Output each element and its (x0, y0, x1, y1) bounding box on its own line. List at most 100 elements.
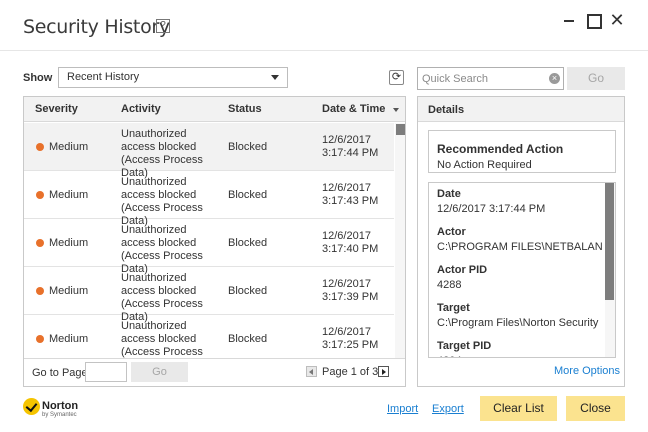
date-value: 12/6/2017 (322, 134, 371, 146)
detail-key: Date (437, 188, 461, 200)
close-window-icon[interactable]: ✕ (608, 11, 626, 29)
show-dropdown[interactable]: Recent History (58, 67, 288, 88)
severity-medium-icon (36, 287, 44, 295)
goto-page-label: Go to Page: (32, 367, 91, 379)
severity-medium-icon (36, 239, 44, 247)
detail-value: C:\PROGRAM FILES\NETBALANCER... (437, 241, 602, 253)
detail-item: Target PID 4204 (437, 340, 602, 357)
show-dropdown-value: Recent History (67, 71, 140, 83)
detail-key: Actor (437, 226, 466, 238)
detail-key: Target (437, 302, 470, 314)
column-header-activity[interactable]: Activity (121, 103, 161, 115)
refresh-icon[interactable]: ⟳ (389, 70, 404, 85)
table-header: Severity Activity Status Date & Time (24, 97, 405, 122)
details-header: Details (418, 97, 624, 122)
detail-key: Target PID (437, 340, 492, 352)
table-pagination: Go to Page: Go Page 1 of 3 (24, 358, 405, 386)
detail-value: 4288 (437, 279, 462, 291)
detail-value: 12/6/2017 3:17:44 PM (437, 203, 546, 215)
history-table: Severity Activity Status Date & Time Med… (23, 96, 406, 387)
column-header-status[interactable]: Status (228, 103, 262, 115)
column-header-date[interactable]: Date & Time (322, 103, 385, 115)
show-label: Show (23, 72, 53, 84)
window-title: Security History (23, 16, 170, 38)
date-cell: 12/6/2017 3:17:40 PM (322, 230, 378, 256)
table-row[interactable]: Medium Unauthorized access blocked (Acce… (24, 123, 394, 179)
table-body: Medium Unauthorized access blocked (Acce… (24, 123, 394, 358)
detail-value: 4204 (437, 355, 602, 357)
help-icon[interactable]: ? (156, 19, 170, 33)
details-scrollbar[interactable] (605, 183, 615, 357)
date-value: 12/6/2017 (322, 278, 371, 290)
recommended-action-title: Recommended Action (437, 142, 564, 156)
date-cell: 12/6/2017 3:17:44 PM (322, 134, 378, 160)
details-list: Date 12/6/2017 3:17:44 PM Actor C:\PROGR… (428, 182, 616, 358)
recommended-action-value: No Action Required (437, 159, 532, 171)
column-header-severity[interactable]: Severity (35, 103, 78, 115)
severity-medium-icon (36, 191, 44, 199)
minimize-icon[interactable] (560, 11, 578, 29)
goto-page-button[interactable]: Go (131, 362, 188, 382)
activity-cell: Unauthorized access blocked (Access Proc… (121, 320, 203, 358)
date-cell: 12/6/2017 3:17:43 PM (322, 182, 378, 208)
date-value: 12/6/2017 (322, 326, 371, 338)
time-value: 3:17:39 PM (322, 291, 379, 303)
date-value: 12/6/2017 (322, 182, 371, 194)
table-row[interactable]: Medium Unauthorized access blocked (Acce… (24, 315, 394, 358)
severity-cell: Medium (49, 189, 89, 201)
table-row[interactable]: Medium Unauthorized access blocked (Acce… (24, 267, 394, 323)
chevron-down-icon (271, 75, 279, 80)
sort-descending-icon[interactable] (393, 108, 399, 112)
date-value: 12/6/2017 (322, 230, 371, 242)
severity-medium-icon (36, 143, 44, 151)
time-value: 3:17:40 PM (322, 243, 379, 255)
severity-cell: Medium (49, 285, 89, 297)
import-link[interactable]: Import (387, 403, 418, 415)
clear-list-button[interactable]: Clear List (480, 396, 557, 421)
previous-page-icon[interactable] (306, 366, 317, 377)
title-divider (0, 50, 648, 51)
detail-item: Date 12/6/2017 3:17:44 PM (437, 188, 602, 215)
time-value: 3:17:43 PM (322, 195, 379, 207)
status-cell: Blocked (228, 141, 268, 153)
detail-value: C:\Program Files\Norton Security ... (437, 317, 602, 329)
status-cell: Blocked (228, 285, 268, 297)
logo-subtitle: by Symantec (42, 412, 77, 418)
page-indicator: Page 1 of 3 (322, 366, 379, 378)
details-panel: Details Recommended Action No Action Req… (417, 96, 625, 387)
details-scrollbar-thumb[interactable] (605, 183, 614, 300)
norton-logo: Norton by Symantec (23, 398, 83, 422)
status-cell: Blocked (228, 189, 268, 201)
status-cell: Blocked (228, 333, 268, 345)
detail-item: Actor C:\PROGRAM FILES\NETBALANCER... (437, 226, 602, 253)
more-options-link[interactable]: More Options (554, 365, 620, 377)
recommended-action-box: Recommended Action No Action Required (428, 130, 616, 173)
time-value: 3:17:25 PM (322, 339, 379, 351)
table-row[interactable]: Medium Unauthorized access blocked (Acce… (24, 171, 394, 227)
next-page-icon[interactable] (378, 366, 389, 377)
maximize-icon[interactable] (584, 11, 602, 29)
export-link[interactable]: Export (432, 403, 464, 415)
severity-cell: Medium (49, 141, 89, 153)
date-cell: 12/6/2017 3:17:25 PM (322, 326, 378, 352)
close-button[interactable]: Close (566, 396, 625, 421)
date-cell: 12/6/2017 3:17:39 PM (322, 278, 378, 304)
severity-cell: Medium (49, 333, 89, 345)
table-row[interactable]: Medium Unauthorized access blocked (Acce… (24, 219, 394, 275)
detail-item: Target C:\Program Files\Norton Security … (437, 302, 602, 329)
status-cell: Blocked (228, 237, 268, 249)
table-scrollbar[interactable] (395, 123, 405, 358)
logo-name: Norton (42, 400, 79, 412)
quick-search-input[interactable] (422, 71, 544, 86)
goto-page-input[interactable] (85, 362, 127, 382)
detail-key: Actor PID (437, 264, 488, 276)
security-history-window: Security History ? ✕ Show Recent History… (0, 0, 648, 432)
clear-search-icon[interactable]: × (549, 73, 560, 84)
severity-cell: Medium (49, 237, 89, 249)
search-go-button[interactable]: Go (567, 67, 625, 90)
table-scrollbar-thumb[interactable] (396, 124, 405, 135)
detail-item: Actor PID 4288 (437, 264, 602, 291)
checkmark-icon (23, 398, 40, 415)
quick-search[interactable]: × (417, 67, 564, 90)
details-title: Details (428, 104, 465, 116)
